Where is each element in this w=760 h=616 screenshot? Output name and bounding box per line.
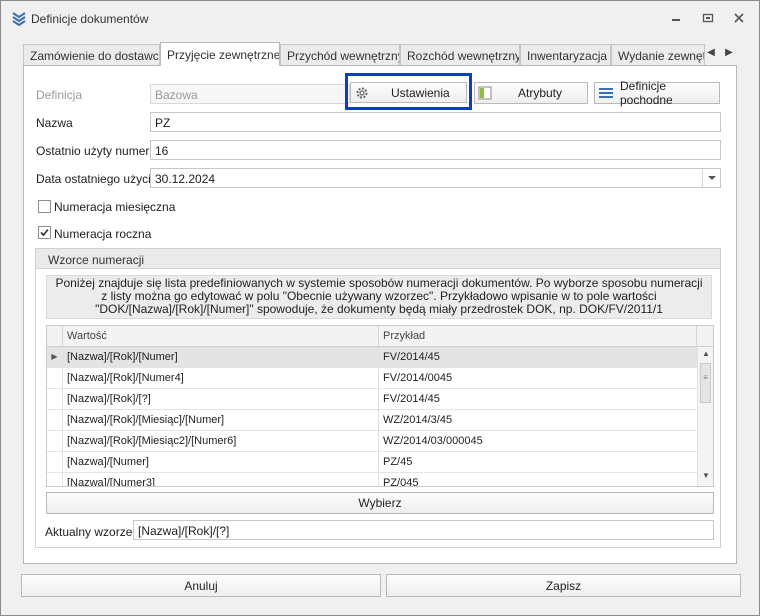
tab-strip: Zamówienie do dostawcy Przyjęcie zewnętr… (23, 42, 737, 66)
grid-header: Wartość Przykład (47, 326, 713, 347)
cell-example: FV/2014/0045 (383, 372, 453, 384)
tab-przyjecie[interactable]: Przyjęcie zewnętrzne (160, 42, 280, 66)
anuluj-label: Anuluj (184, 578, 218, 593)
wybierz-label: Wybierz (358, 496, 402, 510)
table-row[interactable]: [Nazwa]/[Rok]/[Miesiąc]/[Numer] WZ/2014/… (47, 410, 697, 431)
wybierz-button[interactable]: Wybierz (46, 492, 714, 514)
ustawienia-highlight-box (345, 73, 472, 110)
cell-value: [Nazwa]/[Rok]/[Numer4] (63, 368, 379, 389)
numeracja-roczna-label: Numeracja roczna (54, 227, 152, 241)
tab-przychod[interactable]: Przychód wewnętrzny (280, 44, 400, 66)
data-uzycia-label: Data ostatniego użycia (36, 172, 158, 186)
wzorce-numeracji-group: Wzorce numeracji Poniżej znajduje się li… (35, 248, 721, 548)
row-indicator (47, 368, 63, 389)
title-bar: Definicje dokumentów (1, 1, 759, 35)
row-indicator (47, 389, 63, 410)
cell-example: FV/2014/45 (383, 393, 440, 405)
cell-example: WZ/2014/3/45 (383, 414, 453, 426)
tab-label: Inwentaryzacja (527, 49, 608, 63)
checkmark-icon (40, 228, 49, 237)
row-indicator (47, 431, 63, 452)
window-title: Definicje dokumentów (31, 12, 149, 26)
definicje-pochodne-label: Definicje pochodne (620, 79, 673, 107)
tab-inwentaryzacja[interactable]: Inwentaryzacja (520, 44, 611, 66)
ostatni-numer-input[interactable]: 16 (150, 140, 721, 160)
close-icon[interactable] (728, 9, 750, 27)
tab-scroll-left-icon[interactable]: ◀ (705, 47, 717, 61)
zapisz-label: Zapisz (545, 578, 582, 593)
tab-label: Przychód wewnętrzny (287, 49, 400, 63)
tab-label: Zamówienie do dostawcy (30, 49, 160, 63)
cell-value: [Nazwa]/[Rok]/[Miesiąc2]/[Numer6] (63, 431, 379, 452)
anuluj-button[interactable]: Anuluj (21, 574, 381, 597)
scrollbar-thumb[interactable]: ≡ (700, 363, 711, 403)
definicja-field: Bazowa (150, 84, 350, 104)
zapisz-button[interactable]: Zapisz (386, 574, 741, 597)
row-indicator (47, 452, 63, 473)
cell-value: [Nazwa]/[Rok]/[Numer] (63, 347, 379, 368)
cell-value: [Nazwa]/[Rok]/[Miesiąc]/[Numer] (63, 410, 379, 431)
cell-example: FV/2014/45 (383, 351, 440, 363)
table-row[interactable]: ▶ [Nazwa]/[Rok]/[Numer] FV/2014/45 (47, 347, 697, 368)
tab-zamowienie[interactable]: Zamówienie do dostawcy (23, 44, 160, 66)
atrybuty-button[interactable]: Atrybuty (474, 82, 588, 104)
grid-vertical-scrollbar[interactable]: ▲ ≡ ▼ (697, 347, 713, 486)
cell-value: [Nazwa]/[Rok]/[?] (63, 389, 379, 410)
table-row[interactable]: [Nazwa]/[Rok]/[Numer4] FV/2014/0045 (47, 368, 697, 389)
atrybuty-label: Atrybuty (518, 86, 563, 100)
minimize-icon[interactable] (665, 9, 687, 27)
numeracja-roczna-checkbox[interactable] (38, 226, 51, 239)
tab-scroll-right-icon[interactable]: ▶ (723, 47, 735, 61)
list-icon (598, 86, 614, 100)
cell-example: PZ/45 (383, 456, 413, 468)
row-indicator (47, 410, 63, 431)
tab-label: Przyjęcie zewnętrzne (167, 48, 280, 62)
info-text: Poniżej znajduje się lista predefiniowan… (46, 275, 712, 319)
definicje-pochodne-button[interactable]: Definicje pochodne (594, 79, 720, 107)
app-logo-icon (11, 10, 27, 27)
row-pointer-icon: ▶ (47, 347, 63, 368)
table-row[interactable]: [Nazwa]/[Rok]/[?] FV/2014/45 (47, 389, 697, 410)
numeracja-miesieczna-checkbox[interactable] (38, 200, 51, 213)
data-uzycia-datepicker[interactable]: 30.12.2024 (150, 168, 721, 188)
numeracja-miesieczna-label: Numeracja miesięczna (54, 200, 176, 214)
cell-value: [Nazwa]/[Numer3] (63, 473, 379, 486)
grid-header-indicator (47, 326, 63, 347)
definicje-window: Definicje dokumentów Zamówienie do dosta… (0, 0, 760, 616)
tab-wydanie[interactable]: Wydanie zewnętrzne (611, 44, 705, 66)
row-indicator (47, 473, 63, 486)
table-row[interactable]: [Nazwa]/[Numer] PZ/45 (47, 452, 697, 473)
table-row[interactable]: [Nazwa]/[Numer3] PZ/045 (47, 473, 697, 487)
table-row[interactable]: [Nazwa]/[Rok]/[Miesiąc2]/[Numer6] WZ/201… (47, 431, 697, 452)
data-uzycia-value: 30.12.2024 (155, 172, 216, 186)
scroll-down-icon[interactable]: ▼ (698, 471, 713, 485)
tab-rozchod[interactable]: Rozchód wewnętrzny (400, 44, 520, 66)
scroll-up-icon[interactable]: ▲ (698, 349, 713, 363)
aktualny-wzorzec-input[interactable]: [Nazwa]/[Rok]/[?] (133, 520, 714, 540)
cell-example: PZ/045 (383, 477, 419, 487)
tab-label: Rozchód wewnętrzny (407, 49, 520, 63)
nazwa-label: Nazwa (36, 116, 73, 130)
nazwa-input[interactable]: PZ (150, 112, 721, 132)
cell-example: WZ/2014/03/000045 (383, 435, 483, 447)
chevron-down-icon[interactable] (702, 169, 720, 187)
group-title: Wzorce numeracji (36, 249, 720, 269)
definicja-label: Definicja (36, 88, 83, 102)
column-header-wartosc[interactable]: Wartość (63, 326, 379, 347)
ostatni-numer-label: Ostatnio użyty numer (36, 144, 150, 158)
tab-label: Wydanie zewnętrzne (618, 49, 704, 63)
cell-value: [Nazwa]/[Numer] (63, 452, 379, 473)
restore-icon[interactable] (697, 9, 719, 27)
column-header-przyklad[interactable]: Przykład (379, 326, 697, 347)
attributes-icon (478, 86, 492, 100)
aktualny-wzorzec-label: Aktualny wzorzec (45, 525, 139, 539)
wzorce-grid: Wartość Przykład ▶ [Nazwa]/[Rok]/[Numer]… (46, 325, 714, 487)
